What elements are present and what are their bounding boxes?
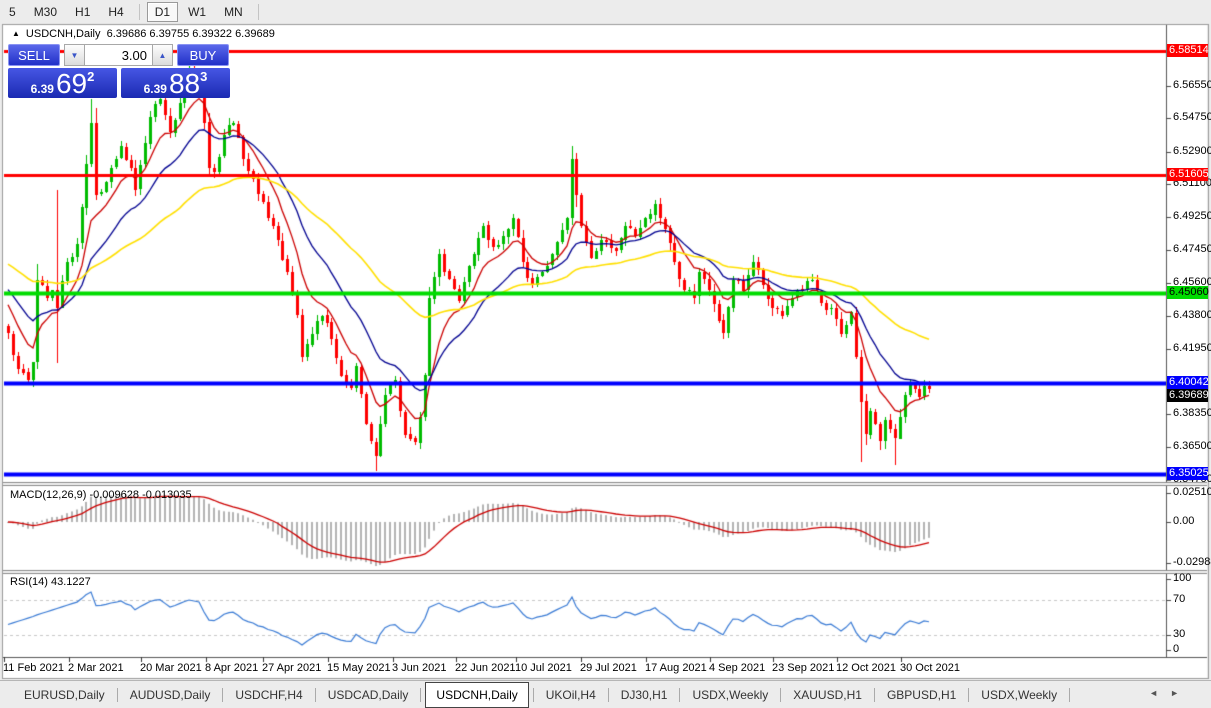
chart-tab-bar: EURUSD,Daily AUDUSD,Daily USDCHF,H4 USDCAD,… bbox=[0, 680, 1211, 708]
date-axis-label: 17 Aug 2021 bbox=[645, 662, 707, 674]
date-axis-label: 3 Jun 2021 bbox=[392, 662, 447, 674]
tab-separator bbox=[679, 687, 681, 702]
tab-scroll-right-icon[interactable]: ► bbox=[1170, 688, 1191, 698]
price-level-badge: 6.35025 bbox=[1167, 467, 1209, 480]
price-axis-tick: 6.38350 bbox=[1173, 407, 1211, 419]
one-click-trading-panel: SELL ▼ ▲ BUY 6.39 69 2 6.39 88 3 bbox=[8, 44, 230, 100]
date-axis-label: 22 Jun 2021 bbox=[455, 662, 516, 674]
chart-tab-usdcad-daily[interactable]: USDCAD,Daily bbox=[318, 681, 419, 708]
date-axis-label: 20 Mar 2021 bbox=[140, 662, 202, 674]
price-level-badge: 6.40042 bbox=[1167, 376, 1209, 389]
volume-increase-button[interactable]: ▲ bbox=[152, 44, 173, 66]
buy-price-major: 6.39 bbox=[143, 82, 167, 96]
chart-tab-usdx-weekly[interactable]: USDX,Weekly bbox=[971, 681, 1067, 708]
chart-tab-usdx-weekly[interactable]: USDX,Weekly bbox=[682, 681, 778, 708]
buy-button[interactable]: BUY bbox=[177, 44, 229, 66]
price-axis-tick: 6.52900 bbox=[1173, 145, 1211, 157]
chart-tab-ukoil-h4[interactable]: UKOil,H4 bbox=[536, 681, 606, 708]
price-level-badge: 6.58514 bbox=[1167, 44, 1209, 57]
volume-input[interactable] bbox=[85, 44, 152, 66]
timeframe-button-d1[interactable]: D1 bbox=[146, 1, 179, 22]
chart-tab-dj30-h1[interactable]: DJ30,H1 bbox=[611, 681, 678, 708]
date-axis-label: 29 Jul 2021 bbox=[580, 662, 637, 674]
buy-price-pipette: 3 bbox=[200, 69, 208, 84]
mt4-terminal: 5 M30 H1 H4 D1 W1 MN ▲ USDCNH,Daily 6.39686 6.3… bbox=[0, 0, 1211, 708]
tab-separator bbox=[222, 687, 224, 702]
rsi-axis-tick: 70 bbox=[1173, 593, 1186, 605]
tab-separator bbox=[116, 687, 118, 702]
collapse-triangle-icon[interactable]: ▲ bbox=[12, 29, 20, 38]
sell-price-tile[interactable]: 6.39 69 2 bbox=[8, 68, 117, 98]
rsi-axis-tick: 100 bbox=[1173, 572, 1192, 584]
price-axis-tick: 6.49250 bbox=[1173, 210, 1211, 222]
date-axis-label: 12 Oct 2021 bbox=[836, 662, 896, 674]
chart-title: ▲ USDCNH,Daily 6.39686 6.39755 6.39322 6.… bbox=[12, 28, 275, 40]
macd-indicator-label: MACD(12,26,9) -0.009628 -0.013035 bbox=[10, 489, 192, 501]
toolbar-separator bbox=[257, 3, 259, 20]
price-axis-tick: 6.56550 bbox=[1173, 79, 1211, 91]
timeframe-button-m30[interactable]: M30 bbox=[26, 2, 65, 22]
chart-symbol-label: USDCNH,Daily bbox=[25, 28, 101, 40]
price-level-badge: 6.45060 bbox=[1167, 286, 1209, 299]
chart-tab-audusd-daily[interactable]: AUDUSD,Daily bbox=[120, 681, 221, 708]
date-axis-label: 30 Oct 2021 bbox=[900, 662, 960, 674]
price-axis-tick: 6.41950 bbox=[1173, 342, 1211, 354]
chart-ohlc-values: 6.39686 6.39755 6.39322 6.39689 bbox=[106, 28, 275, 40]
macd-axis-tick: -0.029881 bbox=[1173, 556, 1211, 568]
price-axis-tick: 6.47450 bbox=[1173, 243, 1211, 255]
toolbar-separator bbox=[138, 3, 140, 20]
date-axis-label: 15 May 2021 bbox=[327, 662, 391, 674]
date-axis-label: 27 Apr 2021 bbox=[262, 662, 322, 674]
timeframe-button-5[interactable]: 5 bbox=[1, 2, 24, 22]
price-axis-tick: 6.54750 bbox=[1173, 111, 1211, 123]
tab-scroll-left-icon[interactable]: ◄ bbox=[1149, 688, 1170, 698]
volume-decrease-button[interactable]: ▼ bbox=[64, 44, 85, 66]
chart-tab-usdchf-h4[interactable]: USDCHF,H4 bbox=[225, 681, 312, 708]
timeframe-button-mn[interactable]: MN bbox=[216, 2, 251, 22]
tab-separator bbox=[968, 687, 970, 702]
rsi-axis-tick: 0 bbox=[1173, 643, 1180, 655]
tab-separator bbox=[1069, 687, 1071, 702]
current-price-badge: 6.39689 bbox=[1167, 389, 1209, 402]
date-axis-label: 11 Feb 2021 bbox=[3, 662, 64, 674]
rsi-indicator-label: RSI(14) 43.1227 bbox=[10, 576, 91, 588]
date-axis-label: 10 Jul 2021 bbox=[515, 662, 572, 674]
tab-scroll-arrows: ◄► bbox=[1149, 688, 1191, 698]
tab-separator bbox=[314, 687, 316, 702]
rsi-axis-tick: 30 bbox=[1173, 628, 1186, 640]
date-axis-label: 8 Apr 2021 bbox=[205, 662, 259, 674]
chart-tab-xauusd-h1[interactable]: XAUUSD,H1 bbox=[783, 681, 872, 708]
buy-price-pips: 88 bbox=[168, 68, 201, 99]
sell-button[interactable]: SELL bbox=[8, 44, 60, 66]
tab-separator bbox=[873, 687, 875, 702]
timeframe-button-h1[interactable]: H1 bbox=[67, 2, 98, 22]
chart-canvas[interactable] bbox=[0, 0, 1211, 708]
price-axis-tick: 6.43800 bbox=[1173, 309, 1211, 321]
chart-tab-usdcnh-daily[interactable]: USDCNH,Daily bbox=[425, 682, 529, 708]
tab-separator bbox=[532, 687, 534, 702]
macd-axis-tick: 0.025108 bbox=[1173, 486, 1211, 498]
date-axis-label: 2 Mar 2021 bbox=[68, 662, 124, 674]
date-axis-label: 4 Sep 2021 bbox=[709, 662, 766, 674]
date-axis-label: 23 Sep 2021 bbox=[772, 662, 835, 674]
sell-price-major: 6.39 bbox=[30, 82, 54, 96]
macd-axis-tick: 0.00 bbox=[1173, 515, 1195, 527]
timeframe-button-w1[interactable]: W1 bbox=[180, 2, 214, 22]
tab-separator bbox=[420, 687, 422, 702]
price-axis-tick: 6.36500 bbox=[1173, 440, 1211, 452]
chart-tab-gbpusd-h1[interactable]: GBPUSD,H1 bbox=[877, 681, 966, 708]
timeframe-button-h4[interactable]: H4 bbox=[100, 2, 131, 22]
tab-separator bbox=[607, 687, 609, 702]
buy-price-tile[interactable]: 6.39 88 3 bbox=[121, 68, 230, 98]
sell-price-pipette: 2 bbox=[87, 69, 95, 84]
chart-tab-eurusd-daily[interactable]: EURUSD,Daily bbox=[14, 681, 115, 708]
tab-separator bbox=[780, 687, 782, 702]
price-level-badge: 6.51605 bbox=[1167, 168, 1209, 181]
sell-price-pips: 69 bbox=[55, 68, 88, 99]
timeframe-toolbar: 5 M30 H1 H4 D1 W1 MN bbox=[0, 0, 1211, 23]
